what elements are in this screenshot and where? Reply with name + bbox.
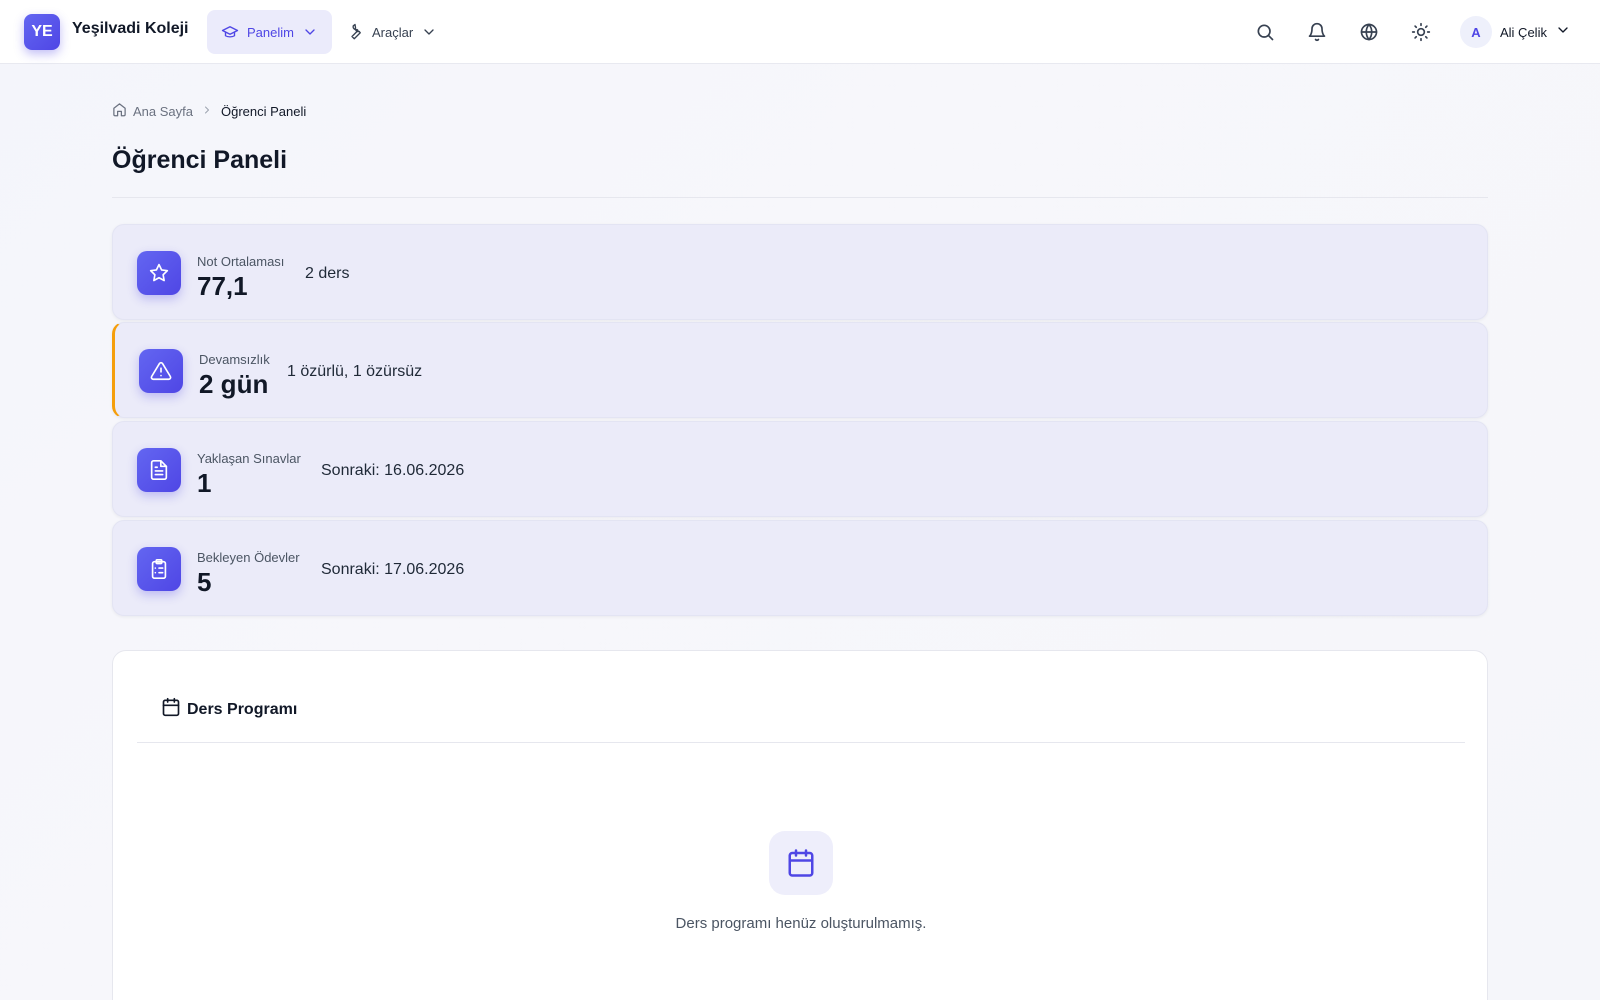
wrench-icon bbox=[346, 23, 364, 41]
stat-subtext: Sonraki: 17.06.2026 bbox=[321, 561, 465, 578]
chevron-right-icon bbox=[201, 104, 213, 119]
chevron-down-icon bbox=[421, 24, 437, 40]
panel-divider bbox=[137, 742, 1465, 743]
alert-triangle-icon bbox=[139, 349, 183, 393]
stat-value: 1 bbox=[197, 468, 212, 498]
star-icon bbox=[137, 251, 181, 295]
home-icon bbox=[112, 102, 127, 120]
avatar-initial: A bbox=[1471, 24, 1481, 40]
breadcrumb-current: Öğrenci Paneli bbox=[221, 103, 307, 119]
stat-value: 2 gün bbox=[199, 369, 269, 399]
chevron-down-icon bbox=[1555, 22, 1571, 43]
breadcrumb: Ana Sayfa Öğrenci Paneli bbox=[112, 102, 306, 120]
stat-card-grade-average: Not Ortalaması 77,1 2 ders bbox=[112, 224, 1488, 320]
stat-label: Not Ortalaması bbox=[197, 254, 285, 269]
top-navbar: YE Yeşilvadi Koleji Panelim Araçlar A Al… bbox=[0, 0, 1600, 64]
stat-subtext: Sonraki: 16.06.2026 bbox=[321, 462, 465, 479]
brand-name[interactable]: Yeşilvadi Koleji bbox=[72, 20, 189, 38]
user-name: Ali Çelik bbox=[1500, 24, 1547, 40]
menu-panelim-label: Panelim bbox=[247, 24, 294, 40]
schedule-empty-message: Ders programı henüz oluşturulmamış. bbox=[675, 915, 927, 932]
avatar: A bbox=[1460, 16, 1492, 48]
logo-initials: YE bbox=[31, 23, 53, 40]
chevron-down-icon bbox=[302, 24, 318, 40]
menu-araclar-label: Araçlar bbox=[372, 24, 414, 40]
stat-subtext: 2 ders bbox=[305, 265, 350, 282]
schedule-panel: Ders Programı Ders programı henüz oluştu… bbox=[112, 650, 1488, 1000]
schedule-panel-header: Ders Programı bbox=[161, 697, 297, 722]
stat-card-upcoming-exams: Yaklaşan Sınavlar 1 Sonraki: 16.06.2026 bbox=[112, 421, 1488, 517]
schedule-title: Ders Programı bbox=[187, 700, 298, 718]
stat-value: 5 bbox=[197, 567, 212, 597]
search-icon[interactable] bbox=[1253, 20, 1277, 44]
graduation-cap-icon bbox=[221, 23, 239, 41]
stat-label: Bekleyen Ödevler bbox=[197, 550, 300, 565]
breadcrumb-home[interactable]: Ana Sayfa bbox=[112, 102, 193, 120]
school-logo[interactable]: YE bbox=[24, 14, 60, 50]
stat-label: Devamsızlık bbox=[199, 352, 270, 367]
stat-subtext: 1 özürlü, 1 özürsüz bbox=[287, 363, 423, 380]
breadcrumb-home-label: Ana Sayfa bbox=[133, 103, 193, 119]
document-icon bbox=[137, 448, 181, 492]
stat-card-pending-homework: Bekleyen Ödevler 5 Sonraki: 17.06.2026 bbox=[112, 520, 1488, 616]
calendar-icon bbox=[769, 831, 833, 895]
globe-icon[interactable] bbox=[1357, 20, 1381, 44]
user-menu[interactable]: A Ali Çelik bbox=[1460, 16, 1571, 48]
clipboard-list-icon bbox=[137, 547, 181, 591]
stat-card-absence: Devamsızlık 2 gün 1 özürlü, 1 özürsüz bbox=[112, 322, 1488, 418]
sun-icon[interactable] bbox=[1409, 20, 1433, 44]
menu-panelim[interactable]: Panelim bbox=[207, 10, 332, 54]
stat-value: 77,1 bbox=[197, 271, 248, 301]
calendar-icon bbox=[161, 697, 181, 722]
stat-label: Yaklaşan Sınavlar bbox=[197, 451, 301, 466]
bell-icon[interactable] bbox=[1305, 20, 1329, 44]
menu-araclar[interactable]: Araçlar bbox=[332, 10, 451, 54]
page-title: Öğrenci Paneli bbox=[112, 146, 288, 174]
title-divider bbox=[112, 197, 1488, 198]
